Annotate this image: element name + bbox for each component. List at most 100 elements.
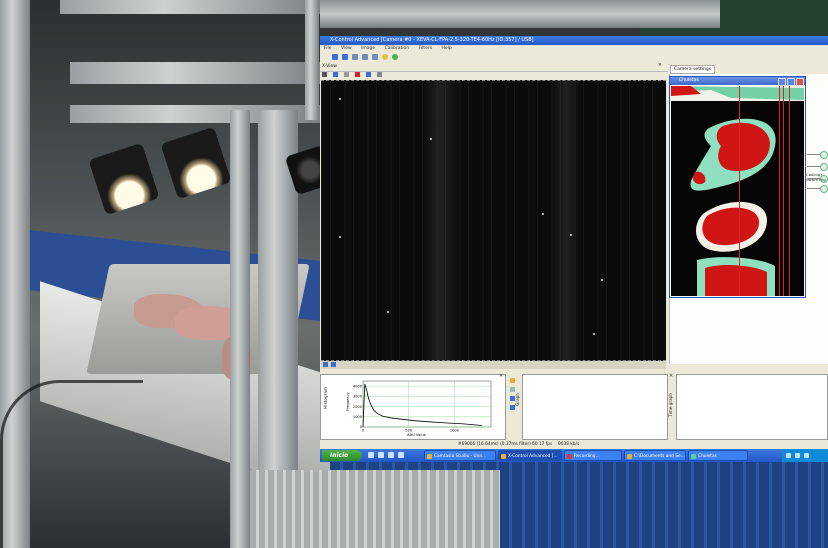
scan-line xyxy=(789,86,790,296)
folder-icon[interactable] xyxy=(510,378,515,383)
x-tick-label: 500 xyxy=(405,429,413,433)
connect-icon[interactable] xyxy=(332,53,338,60)
explorer-icon[interactable] xyxy=(388,452,394,458)
scan-line xyxy=(739,86,740,296)
layout-icon[interactable] xyxy=(323,362,328,367)
taskbar-item-documents[interactable]: C:\Documents and Se... xyxy=(624,450,686,461)
tab-camera-settings[interactable]: Camera settings xyxy=(670,65,716,74)
refresh-icon[interactable] xyxy=(392,53,398,60)
close-icon[interactable]: ✕ xyxy=(499,373,503,379)
hot-pixel xyxy=(601,279,603,281)
frame-beam xyxy=(230,110,250,548)
slider-knob[interactable] xyxy=(820,185,828,193)
export-icon[interactable] xyxy=(372,53,378,60)
bottom-panels: Histogram 4000 3000 2000 1000 0 0 500 1000 Freq… xyxy=(320,370,828,444)
graph-label: Graph xyxy=(515,393,520,406)
menu-file[interactable]: File xyxy=(324,46,332,51)
volume-icon[interactable] xyxy=(795,453,800,458)
app-icon[interactable] xyxy=(398,452,404,458)
task-label: Camtasia Studio - Unn... xyxy=(434,454,487,459)
hot-pixel xyxy=(542,213,544,215)
network-icon[interactable] xyxy=(786,453,791,458)
browser-icon[interactable] xyxy=(378,452,384,458)
pointer-icon[interactable] xyxy=(322,72,327,77)
close-icon[interactable] xyxy=(796,78,804,86)
menu-calibration[interactable]: Calibration xyxy=(385,46,409,51)
close-icon[interactable]: ✕ xyxy=(669,373,673,379)
xview-caption: X-View xyxy=(322,64,337,69)
zoom-icon[interactable] xyxy=(333,72,338,77)
save-all-icon[interactable] xyxy=(362,53,368,60)
histogram-series-line xyxy=(362,383,482,428)
x-tick-label: 0 xyxy=(362,429,365,433)
menu-filters[interactable]: Filters xyxy=(419,46,433,51)
windows-taskbar: Inicio Camtasia Studio - Unn... X-Contro… xyxy=(320,449,828,462)
hot-pixel xyxy=(339,98,341,100)
quick-launch xyxy=(368,452,404,458)
taskbar-item-chuletas[interactable]: Chuletas xyxy=(688,450,748,461)
layout-icon[interactable] xyxy=(331,362,336,367)
hot-pixel xyxy=(593,333,595,335)
record-icon xyxy=(567,454,572,459)
desktop-icon[interactable] xyxy=(368,452,374,458)
play-icon[interactable] xyxy=(342,53,348,60)
y-tick-label: 3000 xyxy=(353,395,363,399)
frame-beam xyxy=(60,0,320,14)
setting-slider[interactable] xyxy=(807,151,828,159)
folder-icon xyxy=(627,454,632,459)
window-title: X-Control Advanced [Camera #0 - XEVA-CL-… xyxy=(320,36,828,45)
minimize-icon[interactable] xyxy=(778,78,786,86)
segmented-meat-image xyxy=(671,86,804,296)
x-tick-label: 1000 xyxy=(450,429,460,433)
camtasia-icon xyxy=(427,454,432,459)
y-tick-label: 4000 xyxy=(353,384,363,388)
hot-pixel xyxy=(430,138,432,140)
task-label: X-Control Advanced [... xyxy=(508,454,558,459)
spotlight xyxy=(88,142,160,216)
start-button[interactable]: Inicio xyxy=(322,450,362,461)
menu-image[interactable]: Image xyxy=(361,46,375,51)
image-icon xyxy=(691,454,696,459)
maximize-icon[interactable] xyxy=(787,78,795,86)
setting-slider[interactable] xyxy=(807,163,828,171)
image-highlight xyxy=(421,81,461,360)
taskbar-item-x-control[interactable]: X-Control Advanced [... xyxy=(498,450,562,461)
settings-icon[interactable] xyxy=(382,53,388,60)
xview-image-display[interactable] xyxy=(321,80,666,361)
main-toolbar xyxy=(320,52,828,61)
frame-beam xyxy=(70,62,320,84)
hot-pixel xyxy=(339,236,341,238)
frame-beam xyxy=(305,0,319,120)
fit-icon[interactable] xyxy=(344,72,349,77)
record-icon[interactable] xyxy=(355,72,360,77)
status-bar: #69006 (16.64ms) (0.37ms filter) 60.17 f… xyxy=(320,441,828,449)
graph-panel: Graph xyxy=(515,374,668,440)
slider-knob[interactable] xyxy=(820,163,828,171)
frame-beam xyxy=(320,0,720,28)
menu-help[interactable]: Help xyxy=(441,46,451,51)
x-axis-label: ADU Value xyxy=(407,433,427,437)
xview-close-button[interactable]: ✕ xyxy=(658,63,662,68)
slider-knob[interactable] xyxy=(820,151,828,159)
save-icon[interactable] xyxy=(352,53,358,60)
task-label: Recording... xyxy=(574,454,600,459)
frame-info: #69006 (16.64ms) (0.37ms filter) xyxy=(458,442,531,447)
chuletas-window[interactable]: Chuletas xyxy=(669,76,806,298)
taskbar-item-recording[interactable]: Recording... xyxy=(564,450,622,461)
taskbar-item-camtasia[interactable]: Camtasia Studio - Unn... xyxy=(424,450,496,461)
histogram-chart[interactable]: 400030002000100000 500 1000 Frequency ADU … xyxy=(345,377,501,437)
copy-icon[interactable] xyxy=(510,387,515,392)
menu-bar: File View Image Calibration Filters Help xyxy=(320,45,828,52)
snapshot-icon[interactable] xyxy=(366,72,371,77)
fps-readout: 60.17 fps xyxy=(532,442,553,447)
grid-icon[interactable] xyxy=(377,72,382,77)
hot-pixel xyxy=(570,234,572,236)
setting-slider[interactable] xyxy=(807,185,828,193)
security-icon[interactable] xyxy=(804,453,809,458)
time-graph-label: Time graph xyxy=(668,393,673,417)
x-control-window: X-Control Advanced [Camera #0 - XEVA-CL-… xyxy=(320,36,828,462)
y-axis-label: Frequency xyxy=(346,392,350,411)
view-toolbar xyxy=(322,72,382,77)
grey-conveyor-belt xyxy=(250,470,500,548)
menu-view[interactable]: View xyxy=(341,46,352,51)
